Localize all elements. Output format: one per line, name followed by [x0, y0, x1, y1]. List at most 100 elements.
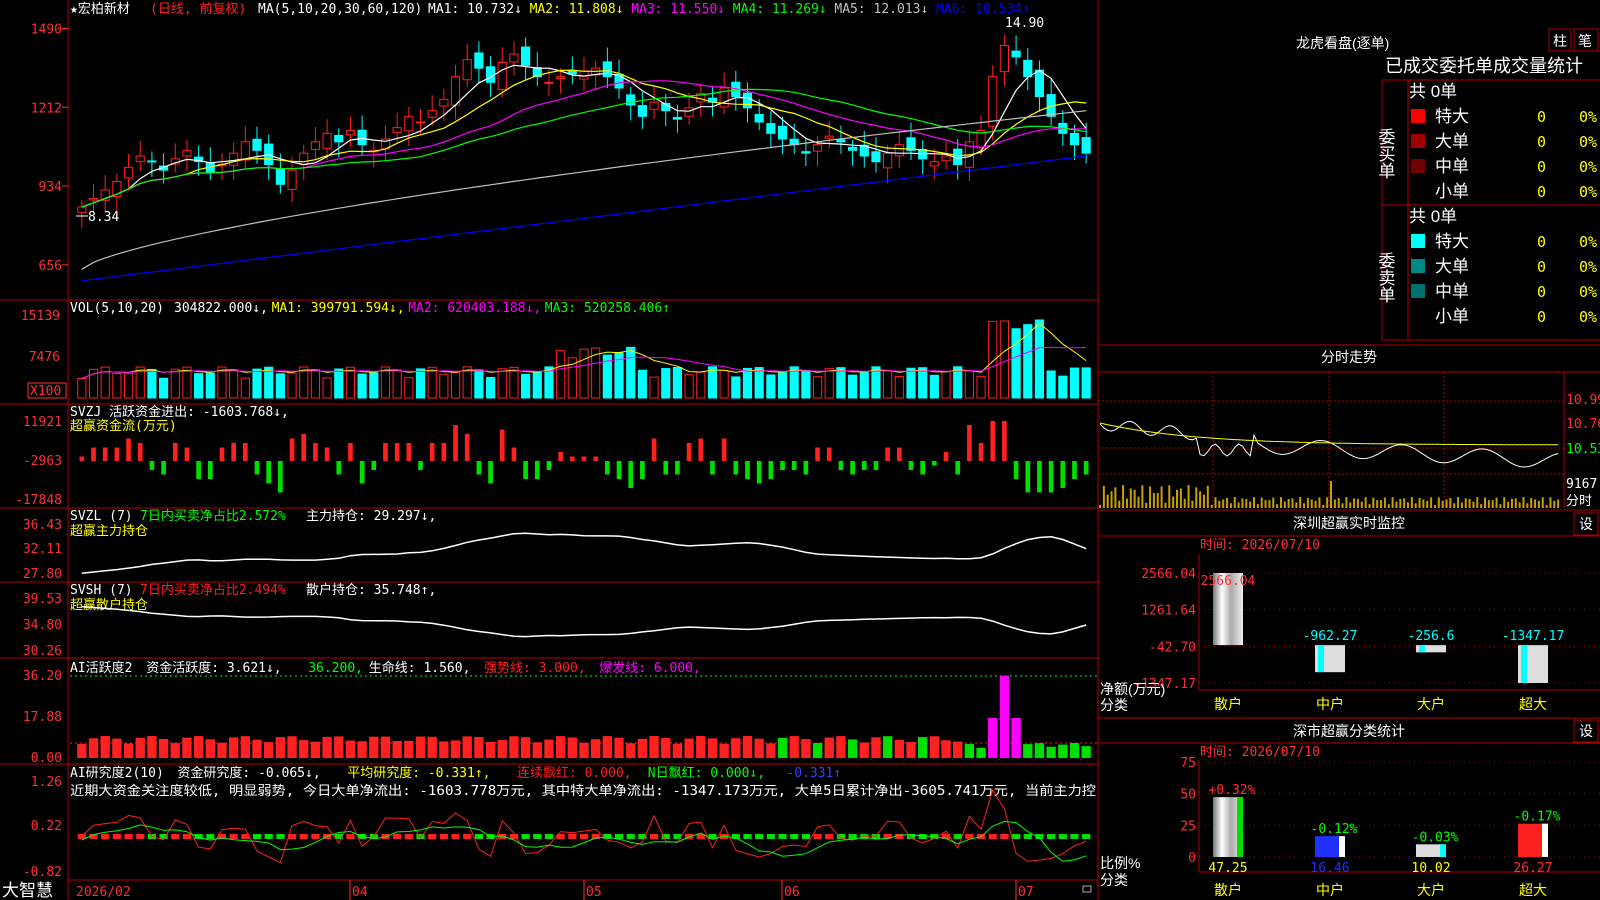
ai-research-bar: [1047, 834, 1056, 839]
candle-body: [1011, 50, 1021, 58]
svzj-bar: [523, 461, 528, 479]
ai-research-tick-0: 1.26: [31, 775, 62, 790]
ai-research-bar: [766, 834, 775, 839]
volume-bar: [345, 366, 356, 399]
volume-bar: [637, 369, 647, 399]
sell-row-pct-0: 0%: [1579, 233, 1597, 251]
ai-research-bar: [182, 834, 192, 839]
stats-value-1: 16.46: [1310, 861, 1349, 876]
ai-active-bar: [264, 742, 274, 758]
candle-body: [275, 168, 285, 185]
ai-active-bar: [754, 738, 764, 758]
bar-mode-label: 柱: [1553, 33, 1567, 49]
svzj-bar: [628, 461, 634, 488]
stats-bars: +0.32% 47.25 散户 -0.12% 16.46 中户 -0.03% 10.02 大户 -…: [1208, 783, 1560, 898]
ma-line-5: [81, 110, 1087, 270]
svzj-bars: [79, 421, 1089, 493]
ai-active-bar: [380, 736, 391, 758]
stats-time: 时间: 2026/07/10: [1200, 745, 1320, 760]
price-tick-1: 1212: [31, 101, 62, 116]
ai-active-bar: [707, 738, 718, 758]
svzl-tick-0: 36.43: [23, 518, 62, 533]
ai-active-tick-1: 17.88: [23, 710, 62, 725]
ai-active-bar: [509, 736, 519, 758]
ai-research-bar: [276, 834, 285, 839]
svzj-bar: [126, 438, 131, 461]
x-axis: 大智慧 2026/02 04 05 06 07: [2, 880, 1092, 900]
stats-change-2: -0.03%: [1412, 830, 1459, 845]
volume-bar: [1023, 324, 1033, 399]
ai-active-bar: [777, 737, 788, 758]
ma-legend-1: MA1: 10.732↓: [428, 2, 522, 17]
ai-active-bar: [882, 736, 893, 758]
svzj-bar: [79, 456, 85, 461]
volume-bar: [1034, 319, 1045, 399]
svzl-tick-2: 27.80: [23, 567, 62, 582]
ai-active-bar: [100, 736, 110, 758]
ai-research-bar: [299, 834, 308, 839]
ai-active-bar: [182, 737, 192, 758]
svzj-bar: [114, 447, 120, 461]
svzj-bar: [698, 438, 704, 461]
svzj-bar: [943, 452, 949, 461]
candle-body: [1081, 137, 1091, 154]
buy-row-count-0: 0: [1537, 108, 1546, 126]
price-tick-2: 934: [39, 180, 63, 195]
ai-active-bar: [112, 738, 122, 758]
ai-research-bar: [136, 834, 145, 839]
ma-legend-5: MA5: 12.013↓: [834, 2, 928, 17]
ai-research-bar: [1070, 834, 1079, 839]
svzj-title: SVZJ 活跃资金进出: -1603.768↓,: [70, 404, 289, 420]
ai-active-legend-2: 36.200,: [308, 661, 363, 676]
svzj-bar: [184, 447, 190, 461]
svsh-pct: 7日内买卖净占比2.494%: [140, 582, 286, 598]
vol-unit: X100: [30, 384, 61, 399]
volume-bar: [415, 368, 426, 399]
ai-research-legend-0: AI研究度2(10): [70, 765, 164, 781]
ma-legend: MA1: 10.732↓ MA2: 11.808↓ MA3: 11.550↓ MA4:…: [428, 2, 1030, 17]
stats-bar-accent-1: [1339, 836, 1345, 857]
svsh-line: [81, 605, 1087, 638]
lock-icon[interactable]: [1082, 885, 1092, 893]
intraday-tick-2: 10.53: [1566, 442, 1600, 457]
ai-research-bar: [428, 834, 437, 839]
candle-body: [439, 98, 449, 107]
svzl-line: [81, 532, 1087, 574]
volume-bar: [334, 368, 344, 399]
svzj-bar: [675, 461, 680, 475]
ai-active-bar: [334, 736, 344, 758]
monitor-bar-accent-2: [1419, 645, 1425, 653]
ai-active-legend-1: 资金活跃度: 3.621↓,: [146, 660, 281, 676]
svzj-bar: [254, 461, 260, 475]
stock-name[interactable]: ★宏柏新材: [70, 1, 130, 17]
sell-row-swatch-0: [1411, 234, 1425, 248]
low-price-label: 8.34: [88, 210, 119, 225]
svzj-bar: [651, 438, 657, 461]
svzj-bar: [278, 461, 283, 493]
stats-title: 深市超赢分类统计: [1293, 723, 1405, 739]
candle-body: [1034, 69, 1045, 98]
svzj-bar: [1013, 461, 1019, 479]
candle-body: [147, 160, 157, 163]
ai-research-bar: [264, 834, 273, 839]
volume-panel: VOL(5,10,20) 304822.000↓, MA1: 399791.594…: [21, 301, 1091, 399]
volume-bar: [626, 346, 636, 399]
ai-active-bar: [439, 741, 449, 758]
monitor-cat-1: 中户: [1316, 696, 1344, 712]
svzj-bar: [464, 434, 470, 461]
sell-row-count-0: 0: [1537, 233, 1546, 251]
volume-bar: [392, 369, 402, 399]
ai-research-bar: [825, 834, 834, 839]
svzj-subtitle: 超赢资金流(万元): [70, 418, 177, 434]
ai-active-bar: [824, 737, 834, 758]
ai-research-panel: AI研究度2(10) 资金研究度: -0.065↓, 平均研究度: -0.331↑,…: [23, 765, 1096, 880]
vol-legend-2: MA2: 620403.188↓,: [408, 301, 541, 316]
monitor-tick-1: 1261.64: [1141, 604, 1196, 619]
ai-research-legend-1: 资金研究度: -0.065↓,: [177, 765, 320, 781]
ai-active-bar: [450, 740, 461, 758]
stats-tick-3: 0: [1188, 851, 1196, 866]
pen-mode-label: 笔: [1578, 33, 1592, 49]
candle-body: [404, 115, 414, 132]
ai-active-bar: [520, 737, 531, 758]
volume-bar: [672, 366, 683, 399]
